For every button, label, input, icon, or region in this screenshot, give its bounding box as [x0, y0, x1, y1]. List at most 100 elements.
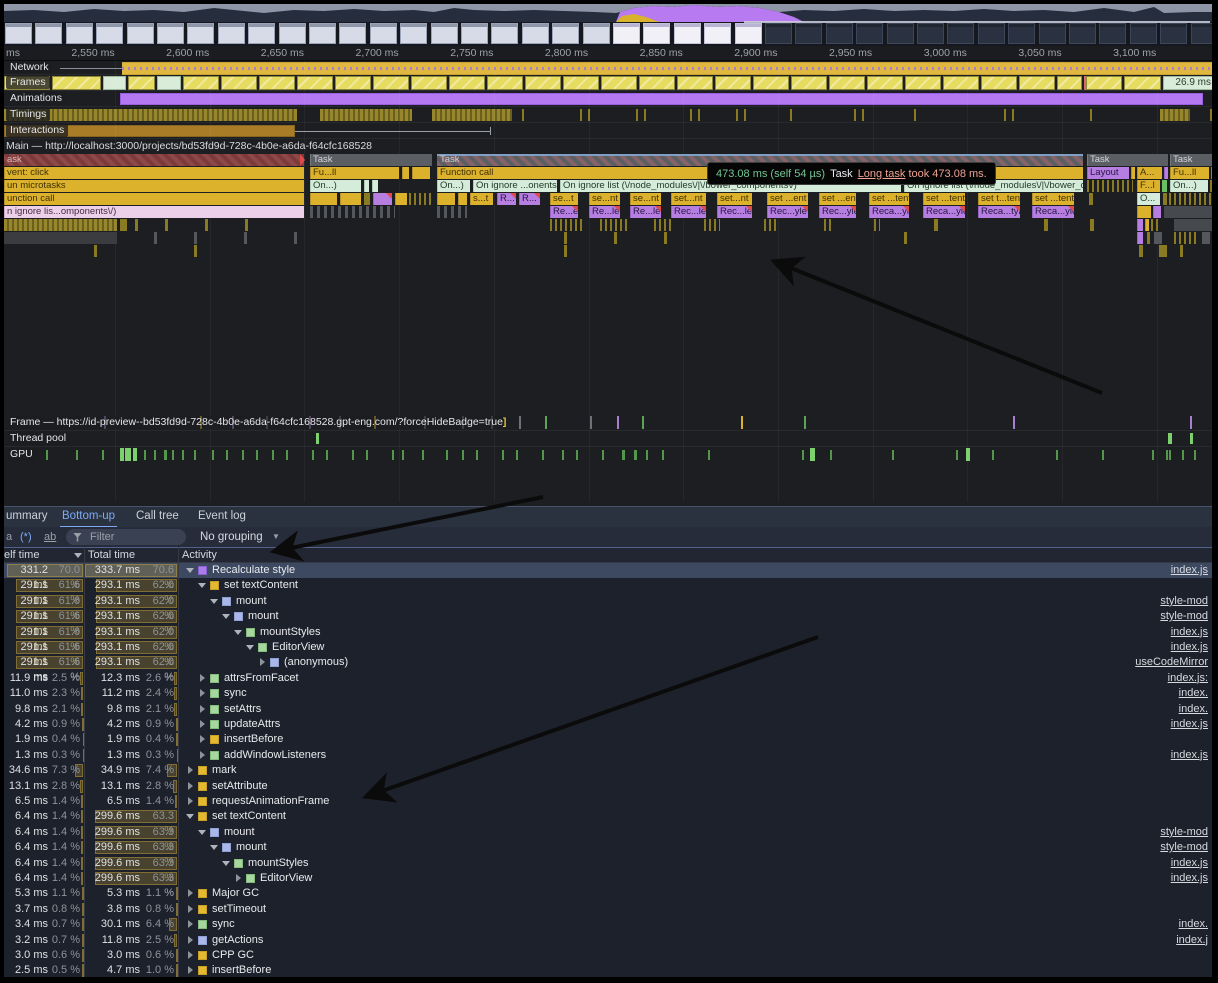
- flame-block[interactable]: [205, 219, 208, 231]
- gpu-activity[interactable]: [892, 450, 894, 460]
- gpu-activity[interactable]: [516, 450, 518, 460]
- interactions-track-label[interactable]: Interactions: [6, 124, 68, 137]
- timing-mark[interactable]: [736, 109, 738, 121]
- gpu-track[interactable]: GPU: [4, 447, 1212, 463]
- animations-track-label[interactable]: Animations: [6, 92, 66, 105]
- flame-block[interactable]: [340, 193, 361, 205]
- flame-block[interactable]: [245, 219, 248, 231]
- interactions-track[interactable]: Interactions: [4, 123, 1212, 139]
- flame-chart[interactable]: askTaskTaskTaskTaskvent: clickFu...llFun…: [4, 154, 1212, 264]
- timing-mark[interactable]: [1004, 109, 1006, 121]
- gpu-activity[interactable]: [634, 450, 637, 460]
- screenshot-thumbnail[interactable]: [735, 23, 762, 44]
- flame-block[interactable]: [704, 219, 720, 231]
- gpu-activity[interactable]: [810, 448, 815, 461]
- timing-mark[interactable]: [1012, 109, 1014, 121]
- expand-arrow-icon[interactable]: [210, 845, 218, 854]
- screenshot-thumbnail[interactable]: [856, 23, 883, 44]
- flame-block[interactable]: Reca...yle: [1032, 206, 1074, 218]
- gpu-activity[interactable]: [956, 450, 958, 460]
- animations-track[interactable]: Animations: [4, 91, 1212, 107]
- flame-block[interactable]: set ...tent: [869, 193, 909, 205]
- source-link[interactable]: index.js: [1171, 717, 1208, 732]
- frame-block[interactable]: [1124, 76, 1161, 90]
- flame-block[interactable]: [934, 219, 938, 231]
- collapse-arrow-icon[interactable]: [200, 705, 209, 713]
- screenshot-thumbnail[interactable]: [613, 23, 640, 44]
- filter-box[interactable]: [66, 529, 186, 545]
- flame-block[interactable]: unction call: [4, 193, 304, 205]
- flame-block[interactable]: [244, 232, 247, 244]
- source-link[interactable]: style-mod: [1160, 594, 1208, 609]
- gpu-activity[interactable]: [172, 450, 174, 460]
- source-link[interactable]: index.js: [1171, 640, 1208, 655]
- frame-block[interactable]: [905, 76, 941, 90]
- flame-block[interactable]: Rec...yle: [819, 206, 856, 218]
- flame-block[interactable]: Reca...yle: [869, 206, 909, 218]
- frames-track-label[interactable]: Frames: [6, 76, 50, 89]
- gpu-activity[interactable]: [502, 450, 504, 460]
- table-row[interactable]: 5.3 ms1.1 %5.3 ms1.1 %Major GC: [4, 886, 1212, 901]
- screenshot-thumbnail[interactable]: [826, 23, 853, 44]
- collapse-arrow-icon[interactable]: [236, 874, 245, 882]
- gpu-activity[interactable]: [194, 450, 196, 460]
- timing-mark[interactable]: [690, 109, 692, 121]
- screenshot-thumbnail[interactable]: [522, 23, 549, 44]
- timing-mark[interactable]: [1210, 109, 1212, 121]
- flame-block[interactable]: set ...ent: [767, 193, 808, 205]
- timing-mark[interactable]: [790, 109, 792, 121]
- table-row[interactable]: 13.1 ms2.8 %13.1 ms2.8 %setAttribute: [4, 779, 1212, 794]
- flame-block[interactable]: On ignore ...onents\/): [473, 180, 557, 192]
- table-row[interactable]: 4.2 ms0.9 %4.2 ms0.9 %updateAttrsindex.j…: [4, 717, 1212, 732]
- flame-block[interactable]: Rec...yle: [767, 206, 808, 218]
- source-link[interactable]: style-mod: [1160, 840, 1208, 855]
- flame-block[interactable]: On...): [310, 180, 361, 192]
- flame-block[interactable]: ask: [4, 154, 304, 166]
- table-row[interactable]: 291.1 ms61.6 %293.1 ms62.0 %set textCont…: [4, 578, 1212, 593]
- flame-block[interactable]: [764, 219, 776, 231]
- flame-block[interactable]: Re...le: [589, 206, 620, 218]
- flame-block[interactable]: Fu...ll: [310, 167, 399, 179]
- gpu-activity[interactable]: [326, 450, 328, 460]
- flame-block[interactable]: [364, 180, 369, 192]
- source-link[interactable]: index.js: [1171, 871, 1208, 886]
- flame-block[interactable]: Task: [310, 154, 432, 166]
- thread-pool-activity[interactable]: [316, 433, 319, 444]
- flame-block[interactable]: [1169, 193, 1212, 205]
- frame-block[interactable]: [335, 76, 371, 90]
- screenshot-thumbnail[interactable]: [279, 23, 306, 44]
- source-link[interactable]: index.js: [1171, 625, 1208, 640]
- timing-mark[interactable]: [744, 109, 746, 121]
- timing-mark[interactable]: [698, 109, 700, 121]
- animation-bar[interactable]: [120, 93, 1203, 105]
- flame-block[interactable]: [412, 167, 430, 179]
- gpu-activity[interactable]: [708, 450, 710, 460]
- flame-block[interactable]: se...nt: [630, 193, 661, 205]
- gpu-activity[interactable]: [830, 450, 832, 460]
- timing-mark[interactable]: [644, 109, 646, 121]
- table-row[interactable]: 6.5 ms1.4 %6.5 ms1.4 %requestAnimationFr…: [4, 794, 1212, 809]
- flame-block[interactable]: [874, 219, 880, 231]
- flame-block[interactable]: [1202, 232, 1210, 244]
- network-track-label[interactable]: Network: [6, 61, 53, 74]
- frame-block[interactable]: [373, 76, 409, 90]
- filter-input[interactable]: [88, 530, 172, 544]
- frames-duration-badge[interactable]: 26.9 ms: [1163, 76, 1212, 90]
- gpu-activity[interactable]: [1194, 450, 1196, 460]
- grouping-select[interactable]: No grouping: [200, 527, 263, 547]
- gpu-activity[interactable]: [476, 450, 478, 460]
- screenshot-thumbnail[interactable]: [583, 23, 610, 44]
- screenshot-thumbnail[interactable]: [187, 23, 214, 44]
- gpu-activity[interactable]: [992, 450, 994, 460]
- gpu-activity[interactable]: [133, 448, 137, 461]
- flame-block[interactable]: [437, 193, 455, 205]
- expand-arrow-icon[interactable]: [234, 630, 242, 639]
- gpu-activity[interactable]: [662, 450, 664, 460]
- screenshot-thumbnail[interactable]: [704, 23, 731, 44]
- screenshot-thumbnail[interactable]: [339, 23, 366, 44]
- screenshot-thumbnail[interactable]: [765, 23, 792, 44]
- flame-block[interactable]: [1174, 232, 1198, 244]
- frame-block[interactable]: [487, 76, 523, 90]
- gpu-activity[interactable]: [602, 450, 604, 460]
- flame-block[interactable]: Rec...le: [671, 206, 706, 218]
